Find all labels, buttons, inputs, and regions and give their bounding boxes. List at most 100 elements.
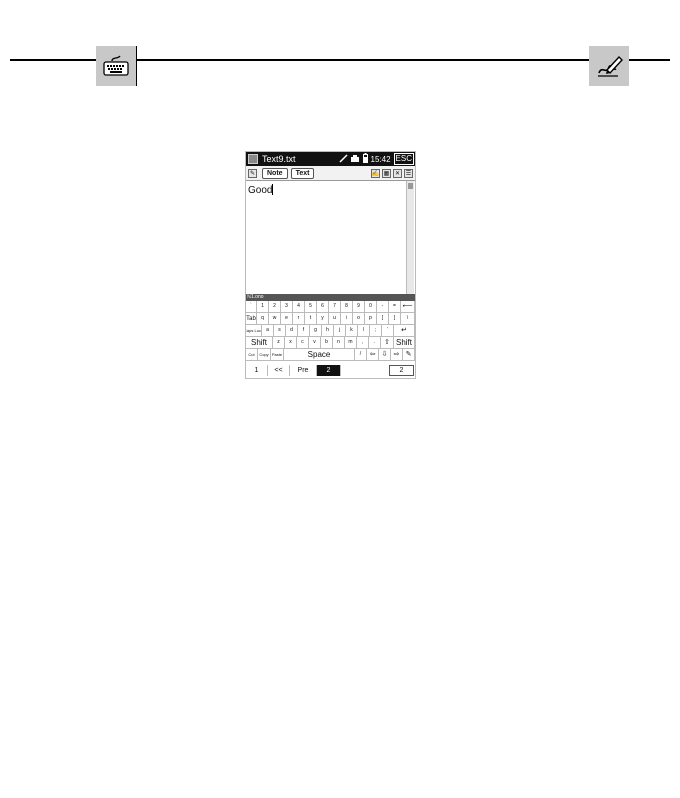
key-row1-9[interactable]: 9	[353, 301, 365, 313]
key-row4-10[interactable]: ⇧	[381, 337, 394, 349]
key-row1-2[interactable]: 2	[269, 301, 281, 313]
key-row5-7[interactable]: ⇨	[391, 349, 403, 361]
key-row5-3[interactable]: Space	[284, 349, 355, 361]
key-row2-3[interactable]: e	[281, 313, 293, 325]
key-row4-0[interactable]: Shift	[246, 337, 273, 349]
keyboard-row-3: Caps Lockasdfghjkl;'↵	[246, 325, 415, 337]
key-row3-2[interactable]: s	[274, 325, 286, 337]
page-total: 2	[389, 365, 414, 376]
key-row2-0[interactable]: Tab	[246, 313, 257, 325]
device-screen: Text9.txt 15:42 ESC ✎ Note Text ✍ ▦ ✕ ☰ …	[245, 151, 416, 379]
keyboard-icon	[96, 46, 137, 86]
key-row3-12[interactable]: ↵	[394, 325, 415, 337]
keyboard-toggle-icon[interactable]: ▦	[382, 168, 391, 178]
key-row5-0[interactable]: Cut	[246, 349, 258, 361]
key-row2-2[interactable]: w	[269, 313, 281, 325]
edit-icon[interactable]: ✎	[248, 168, 257, 178]
key-row1-6[interactable]: 6	[317, 301, 329, 313]
key-row2-12[interactable]: ]	[389, 313, 401, 325]
handwriting-icon[interactable]: ✍	[371, 168, 380, 178]
key-row5-2[interactable]: Paste	[271, 349, 284, 361]
clock: 15:42	[370, 154, 391, 164]
key-row1-3[interactable]: 3	[281, 301, 293, 313]
key-row1-12[interactable]: =	[389, 301, 401, 313]
keyboard-row-4: Shift z x c v b n m,. ⇧ Shift	[246, 337, 415, 349]
title-bar: Text9.txt 15:42 ESC	[246, 152, 415, 166]
key-row1-11[interactable]: -	[377, 301, 389, 313]
key-row3-11[interactable]: '	[382, 325, 394, 337]
page-first-button[interactable]: 1	[246, 365, 268, 376]
key-row3-1[interactable]: a	[262, 325, 274, 337]
pen-icon[interactable]	[338, 153, 348, 165]
keyboard-mode-bar[interactable]: ℕ1.ono	[246, 294, 415, 301]
key-row5-5[interactable]: ⇦	[367, 349, 379, 361]
editor-text: Good	[248, 185, 273, 196]
page-current[interactable]: 2	[317, 365, 341, 376]
editor-content[interactable]: Good	[248, 184, 274, 196]
window-title: Text9.txt	[262, 154, 296, 164]
key-row4-11[interactable]: Shift	[394, 337, 415, 349]
key-row3-7[interactable]: j	[334, 325, 346, 337]
key-row4-4[interactable]: v	[309, 337, 321, 349]
keyboard-row-2: Tab q w e r t y u i o p[] \	[246, 313, 415, 325]
key-row4-7[interactable]: m	[345, 337, 357, 349]
keyboard-mode-label: ℕ1.ono	[247, 294, 264, 300]
keyboard-row-1: ` 1 2 3 4 5 6 7 8 9 0- = ⟵	[246, 301, 415, 313]
battery-icon	[362, 153, 368, 165]
text-button[interactable]: Text	[290, 167, 315, 179]
key-row5-8[interactable]: ✎	[403, 349, 415, 361]
key-row5-1[interactable]: Copy	[258, 349, 271, 361]
text-editor[interactable]: Good	[246, 181, 406, 294]
key-row1-8[interactable]: 8	[341, 301, 353, 313]
close-icon[interactable]: ✕	[393, 168, 402, 178]
key-row2-5[interactable]: t	[305, 313, 317, 325]
key-row2-7[interactable]: u	[329, 313, 341, 325]
key-row4-6[interactable]: n	[333, 337, 345, 349]
options-icon[interactable]: ☰	[404, 168, 413, 178]
key-row2-6[interactable]: y	[317, 313, 329, 325]
key-row2-1[interactable]: q	[257, 313, 269, 325]
app-logo-icon[interactable]	[248, 154, 258, 164]
esc-button[interactable]: ESC	[393, 153, 414, 165]
key-row1-10[interactable]: 0	[365, 301, 377, 313]
key-row2-10[interactable]: p	[365, 313, 377, 325]
key-row4-9[interactable]: .	[369, 337, 381, 349]
key-row2-11[interactable]: [	[377, 313, 389, 325]
page-navigation: 1 << Pre 2 2	[246, 365, 415, 376]
key-row3-5[interactable]: g	[310, 325, 322, 337]
key-row1-1[interactable]: 1	[257, 301, 269, 313]
key-row4-2[interactable]: x	[285, 337, 297, 349]
page-rewind-button[interactable]: <<	[268, 365, 290, 376]
key-row3-4[interactable]: f	[298, 325, 310, 337]
page-spacer	[341, 365, 389, 376]
key-row3-0[interactable]: Caps Lock	[246, 325, 262, 337]
key-row5-6[interactable]: ⇩	[379, 349, 391, 361]
key-row1-0[interactable]: `	[246, 301, 257, 313]
key-row4-1[interactable]: z	[273, 337, 285, 349]
key-row2-4[interactable]: r	[293, 313, 305, 325]
key-row2-13[interactable]: \	[401, 313, 415, 325]
key-row3-8[interactable]: k	[346, 325, 358, 337]
key-row5-4[interactable]: /	[355, 349, 367, 361]
key-row2-8[interactable]: i	[341, 313, 353, 325]
note-button[interactable]: Note	[262, 167, 288, 179]
key-row3-9[interactable]: l	[358, 325, 370, 337]
pen-writing-icon	[589, 46, 629, 86]
scroll-thumb[interactable]	[408, 183, 413, 189]
key-row3-10[interactable]: ;	[370, 325, 382, 337]
key-row4-3[interactable]: c	[297, 337, 309, 349]
key-row1-7[interactable]: 7	[329, 301, 341, 313]
soft-keyboard: `1234567890-=⟵ Tabqwertyuiop[]\ Caps Loc…	[246, 301, 415, 361]
key-row2-9[interactable]: o	[353, 313, 365, 325]
key-row3-3[interactable]: d	[286, 325, 298, 337]
key-row3-6[interactable]: h	[322, 325, 334, 337]
key-row1-5[interactable]: 5	[305, 301, 317, 313]
key-row4-8[interactable]: ,	[357, 337, 369, 349]
toolbar: ✎ Note Text ✍ ▦ ✕ ☰	[246, 166, 415, 181]
signal-icon	[350, 154, 360, 165]
key-row4-5[interactable]: b	[321, 337, 333, 349]
page-prev-button[interactable]: Pre	[290, 365, 317, 376]
key-row1-13[interactable]: ⟵	[401, 301, 415, 313]
editor-scrollbar[interactable]	[406, 181, 414, 294]
key-row1-4[interactable]: 4	[293, 301, 305, 313]
